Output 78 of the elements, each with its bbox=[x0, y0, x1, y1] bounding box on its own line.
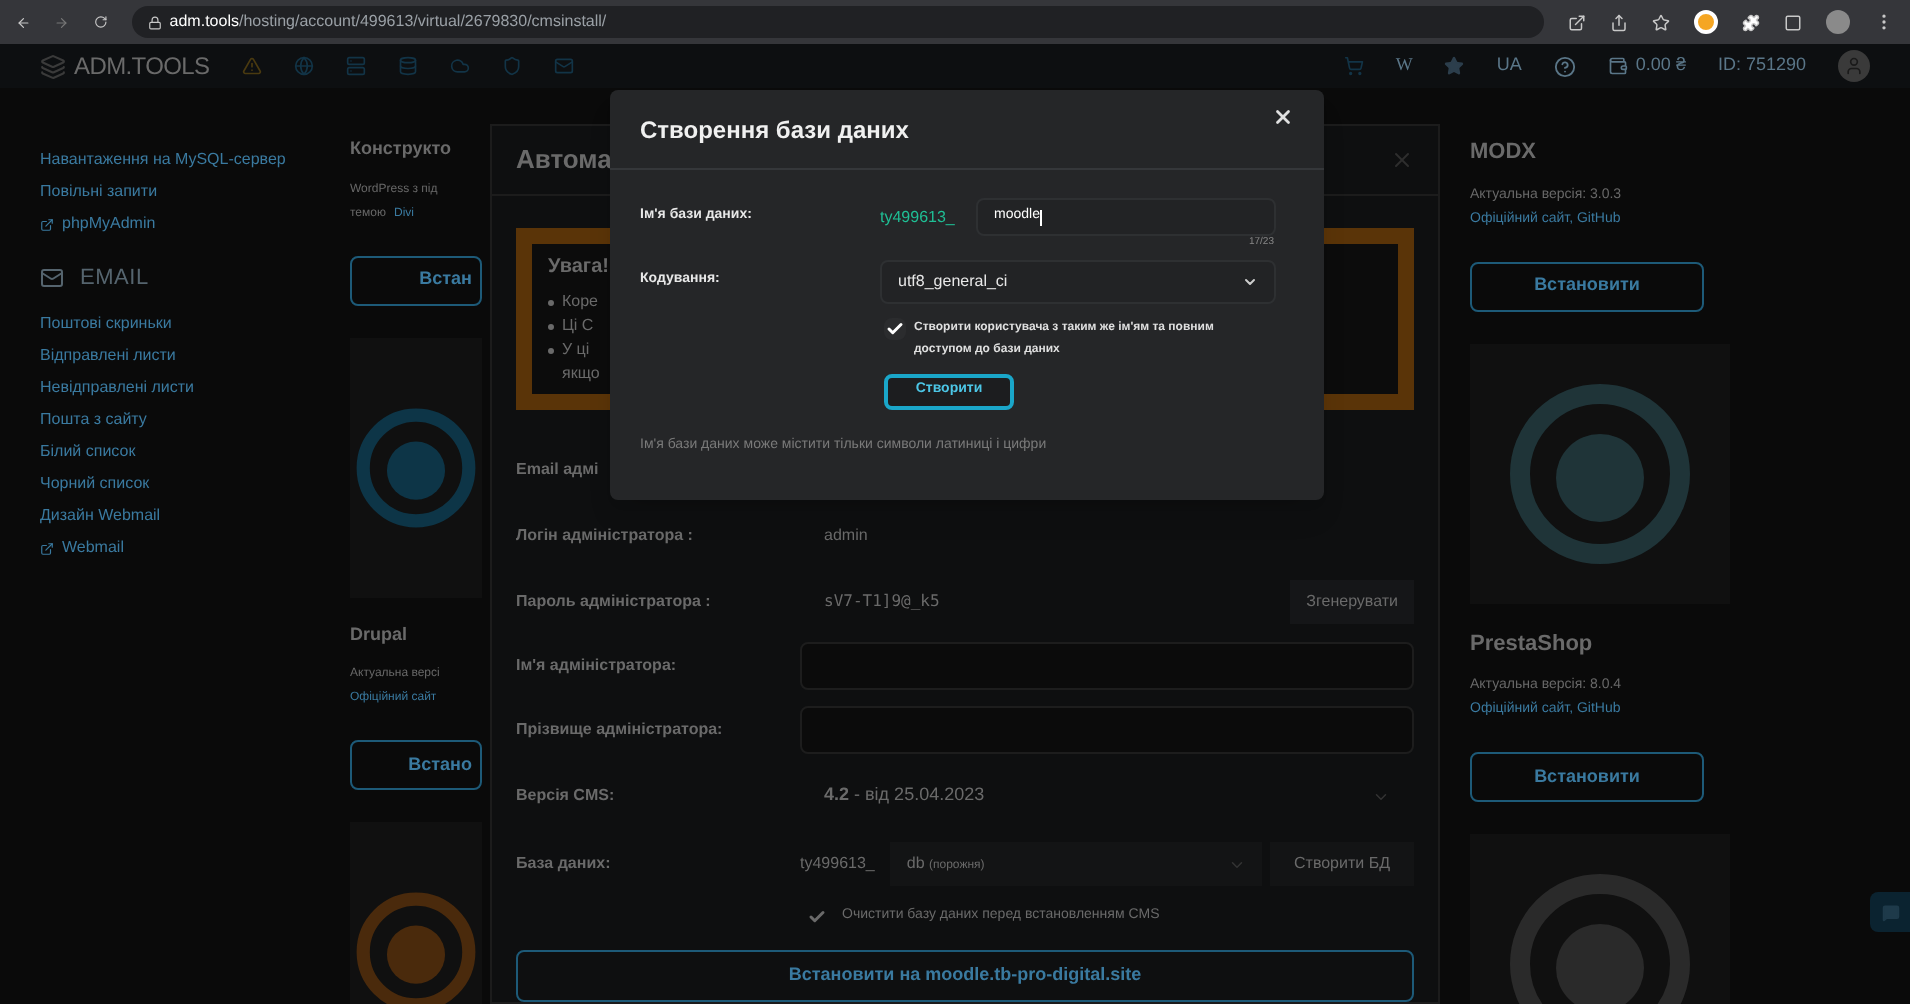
field-label: Ім'я адміністратора: bbox=[516, 654, 679, 678]
sidebar-link[interactable]: Білий список bbox=[40, 436, 330, 468]
sidebar-link[interactable]: Невідправлені листи bbox=[40, 372, 330, 404]
lock-icon bbox=[147, 15, 162, 29]
card-title: MODX bbox=[1470, 138, 1538, 168]
bookmark-star-icon[interactable] bbox=[1652, 13, 1670, 31]
install-button[interactable]: Встано bbox=[350, 740, 482, 790]
address-bar[interactable]: adm.tools/hosting/account/499613/virtual/2679830/cmsinstall/ bbox=[131, 6, 1544, 38]
warning-item: Ці С bbox=[562, 314, 594, 338]
sidebar-link[interactable]: Пошта з сайту bbox=[40, 404, 330, 436]
open-tab-icon[interactable] bbox=[1568, 13, 1586, 31]
toolbar-letter[interactable]: W bbox=[1395, 52, 1413, 80]
warning-item: Коре bbox=[562, 290, 599, 314]
chat-button[interactable] bbox=[1870, 892, 1910, 932]
shield-icon[interactable] bbox=[501, 56, 522, 76]
logo-icon bbox=[40, 53, 66, 79]
share-icon[interactable] bbox=[1610, 13, 1628, 31]
card-title: PrestaShop bbox=[1470, 629, 1595, 659]
balance-text[interactable]: 0.00 ₴ bbox=[1635, 52, 1686, 80]
install-button[interactable]: Встан bbox=[350, 255, 482, 305]
caret-icon bbox=[1242, 273, 1258, 289]
field-label: База даних: bbox=[516, 852, 613, 876]
server-icon[interactable] bbox=[345, 56, 366, 76]
sidebar-link[interactable]: Поштові скриньки bbox=[40, 308, 330, 340]
card-title: Конструкто bbox=[350, 136, 454, 162]
field-label: Прізвище адміністратора: bbox=[516, 718, 725, 742]
field-label: Пароль адміністратора : bbox=[516, 589, 713, 613]
card-title: Drupal bbox=[350, 621, 410, 648]
password-value: sV7-T1]9@_k5 bbox=[824, 589, 942, 613]
dialog-title: Автома bbox=[516, 142, 612, 179]
sidebar-link[interactable]: Відправлені листи bbox=[40, 340, 330, 372]
encoding-select[interactable]: utf8_general_ci bbox=[880, 259, 1276, 303]
warning-item: У ці якщо bbox=[562, 338, 600, 386]
database-prefix: ty499613_ bbox=[880, 205, 957, 229]
checkbox[interactable] bbox=[808, 907, 826, 925]
star-icon[interactable] bbox=[1444, 56, 1465, 76]
field-label: Логін адміністратора : bbox=[516, 523, 695, 547]
sidebar-link[interactable]: Webmail bbox=[62, 536, 124, 560]
profile-avatar[interactable] bbox=[1826, 10, 1850, 34]
database-icon[interactable] bbox=[397, 56, 418, 76]
puzzle-icon[interactable] bbox=[1742, 13, 1760, 31]
database-prefix: ty499613_ bbox=[800, 852, 875, 876]
cloud-icon[interactable] bbox=[449, 56, 470, 76]
side-panel-icon[interactable] bbox=[1784, 13, 1802, 31]
sidebar-link[interactable]: Повільні запити bbox=[40, 176, 330, 208]
sidebar-link[interactable]: Дизайн Webmail bbox=[40, 500, 330, 532]
mail-icon bbox=[40, 266, 64, 290]
warning-title: Увага! bbox=[548, 254, 609, 282]
warning-icon[interactable] bbox=[241, 56, 262, 76]
field-label: Версія CMS: bbox=[516, 784, 617, 808]
close-icon[interactable] bbox=[1272, 106, 1294, 128]
chat-icon bbox=[1881, 903, 1899, 921]
generate-button[interactable]: Згенерувати bbox=[1290, 579, 1414, 623]
logo-text: ADM.TOOLS bbox=[74, 50, 210, 84]
install-button[interactable]: Встановити bbox=[1470, 752, 1704, 802]
user-avatar[interactable] bbox=[1838, 50, 1870, 82]
cart-icon[interactable] bbox=[1343, 56, 1364, 76]
external-link-icon bbox=[40, 541, 54, 555]
install-button[interactable]: Встановити bbox=[1470, 261, 1704, 311]
sidebar-link[interactable]: phpMyAdmin bbox=[62, 212, 156, 236]
language-menu[interactable]: UA bbox=[1496, 52, 1522, 80]
dialog-title: Створення бази даних bbox=[640, 113, 909, 147]
globe-icon[interactable] bbox=[293, 56, 314, 76]
mail-icon[interactable] bbox=[553, 56, 574, 76]
section-title: EMAIL bbox=[80, 263, 149, 294]
install-button[interactable]: Встановити на moodle.tb-pro-digital.site bbox=[516, 950, 1414, 1002]
version-select[interactable]: 4.2 - від 25.04.2023 bbox=[800, 772, 1414, 820]
reload-icon[interactable] bbox=[93, 12, 108, 32]
sidebar-link[interactable]: Чорний список bbox=[40, 468, 330, 500]
account-id: ID: 751290 bbox=[1717, 52, 1806, 79]
help-icon[interactable] bbox=[1553, 55, 1576, 77]
field-value: admin bbox=[824, 523, 868, 547]
checkbox[interactable] bbox=[884, 317, 906, 339]
wallet-icon bbox=[1607, 56, 1628, 76]
external-link-icon bbox=[40, 217, 54, 231]
sidebar-link[interactable]: Навантаження на MySQL-сервер bbox=[40, 144, 330, 176]
create-db-button[interactable]: Створити БД bbox=[1270, 842, 1414, 886]
field-label: Email адмі bbox=[516, 458, 601, 482]
